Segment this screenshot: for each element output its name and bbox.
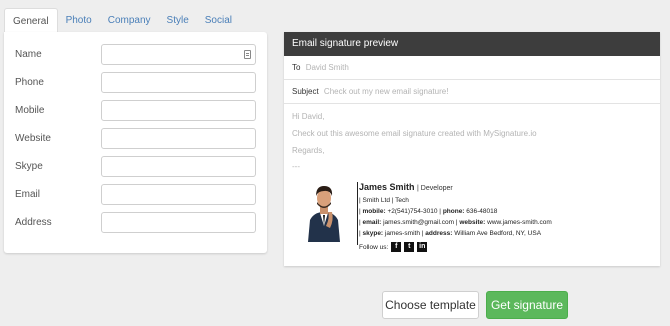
- email-label: Email: [15, 189, 41, 200]
- choose-template-button[interactable]: Choose template: [382, 291, 479, 319]
- signature-role: | Developer: [417, 185, 453, 192]
- subject-line: Subject Check out my new email signature…: [284, 80, 660, 104]
- skype-field[interactable]: [101, 156, 256, 177]
- tab-social[interactable]: Social: [197, 8, 240, 33]
- message-text: Check out this awesome email signature c…: [292, 129, 537, 138]
- website-label: Website: [15, 133, 51, 144]
- mobile-field[interactable]: [101, 100, 256, 121]
- website-row: Website: [4, 128, 267, 150]
- address-field[interactable]: [101, 212, 256, 233]
- email-row: Email: [4, 184, 267, 206]
- profile-photo: [304, 182, 344, 242]
- mobile-label: Mobile: [15, 105, 45, 116]
- address-label: Address: [15, 217, 52, 228]
- preview-title: Email signature preview: [284, 32, 660, 56]
- to-value: David Smith: [305, 63, 349, 72]
- name-row: Name: [4, 44, 267, 66]
- twitter-icon[interactable]: t: [404, 242, 415, 252]
- follow-us-row: Follow us: f t in: [359, 242, 428, 252]
- email-field[interactable]: [101, 184, 256, 205]
- signature-phones: | mobile: +2(541)754-3010 | phone: 636-4…: [359, 208, 498, 215]
- tab-photo[interactable]: Photo: [58, 8, 100, 33]
- phone-row: Phone: [4, 72, 267, 94]
- greeting-text: Hi David,: [292, 112, 325, 121]
- follow-us-label: Follow us:: [359, 243, 389, 251]
- phone-field[interactable]: [101, 72, 256, 93]
- signature-company: | Smith Ltd | Tech: [359, 197, 409, 204]
- signature-email-website: | email: james.smith@gmail.com | website…: [359, 219, 552, 226]
- to-line: To David Smith: [284, 56, 660, 80]
- email-signature: James Smith | Developer | Smith Ltd | Te…: [304, 182, 644, 262]
- signature-divider: [357, 182, 358, 245]
- tab-company[interactable]: Company: [100, 8, 159, 33]
- subject-label: Subject: [292, 87, 319, 96]
- tab-style[interactable]: Style: [159, 8, 197, 33]
- name-label: Name: [15, 49, 42, 60]
- phone-label: Phone: [15, 77, 44, 88]
- skype-row: Skype: [4, 156, 267, 178]
- get-signature-button[interactable]: Get signature: [486, 291, 568, 319]
- general-form-panel: Name Phone Mobile Website Skype Email Ad…: [4, 32, 267, 253]
- address-row: Address: [4, 212, 267, 234]
- regards-text: Regards,: [292, 146, 325, 155]
- subject-value: Check out my new email signature!: [323, 87, 449, 96]
- tab-general[interactable]: General: [4, 8, 58, 33]
- website-field[interactable]: [101, 128, 256, 149]
- signature-name-line: James Smith | Developer: [359, 182, 453, 192]
- facebook-icon[interactable]: f: [391, 242, 402, 252]
- name-field[interactable]: [101, 44, 256, 65]
- skype-label: Skype: [15, 161, 43, 172]
- separator-text: ---: [292, 162, 300, 171]
- signature-name: James Smith: [359, 182, 415, 192]
- email-preview-panel: Email signature preview To David Smith S…: [284, 32, 660, 266]
- linkedin-icon[interactable]: in: [417, 242, 428, 252]
- to-label: To: [292, 63, 301, 72]
- contact-card-icon: [244, 50, 251, 59]
- signature-skype-address: | skype: james-smith | address: William …: [359, 230, 542, 237]
- mobile-row: Mobile: [4, 100, 267, 122]
- tab-bar: General Photo Company Style Social: [4, 8, 240, 33]
